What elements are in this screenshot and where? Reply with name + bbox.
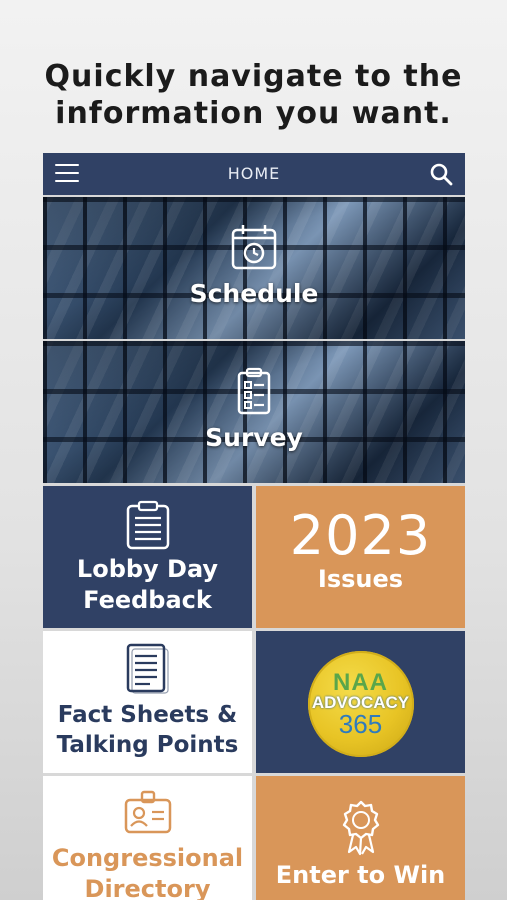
checklist-icon bbox=[237, 367, 271, 419]
fact-label-line-1: Fact Sheets & bbox=[57, 702, 238, 728]
fact-sheets-label: Fact Sheets & Talking Points bbox=[43, 700, 252, 760]
congress-label-line-2: Directory bbox=[84, 875, 211, 900]
schedule-banner[interactable]: Schedule bbox=[43, 197, 465, 339]
lobby-day-label: Lobby Day Feedback bbox=[43, 554, 252, 616]
issues-tile[interactable]: 2023 Issues bbox=[256, 486, 465, 628]
id-badge-icon bbox=[124, 790, 172, 840]
top-navbar: HOME bbox=[43, 153, 465, 195]
headline-line-2: information you want. bbox=[55, 96, 452, 131]
lobby-day-feedback-tile[interactable]: Lobby Day Feedback bbox=[43, 486, 252, 628]
document-icon bbox=[126, 643, 170, 699]
issues-label: Issues bbox=[317, 565, 404, 593]
survey-banner[interactable]: Survey bbox=[43, 341, 465, 483]
promo-headline: Quickly navigate to the information you … bbox=[0, 58, 507, 132]
enter-to-win-label: Enter to Win bbox=[275, 861, 446, 889]
enter-to-win-tile[interactable]: Enter to Win bbox=[256, 776, 465, 900]
survey-label: Survey bbox=[205, 423, 303, 452]
calendar-clock-icon bbox=[231, 223, 277, 275]
lobby-label-line-1: Lobby Day bbox=[76, 555, 219, 583]
congress-label-line-1: Congressional bbox=[51, 844, 244, 872]
naa-advocacy-365-logo: NAA ADVOCACY 365 bbox=[307, 651, 414, 757]
logo-365-text: 365 bbox=[338, 709, 383, 739]
app-screen: HOME Schedule Survey Lobby Day Feedback … bbox=[43, 153, 465, 900]
headline-line-1: Quickly navigate to the bbox=[44, 59, 463, 94]
clipboard-icon bbox=[126, 500, 170, 554]
congressional-label: Congressional Directory bbox=[43, 843, 252, 900]
fact-label-line-2: Talking Points bbox=[56, 732, 239, 758]
award-ribbon-icon bbox=[339, 800, 383, 860]
fact-sheets-tile[interactable]: Fact Sheets & Talking Points bbox=[43, 631, 252, 773]
page-title: HOME bbox=[227, 164, 281, 183]
schedule-label: Schedule bbox=[189, 279, 319, 308]
lobby-label-line-2: Feedback bbox=[83, 586, 212, 614]
advocacy-365-tile[interactable]: NAA ADVOCACY 365 bbox=[256, 631, 465, 773]
issues-year: 2023 bbox=[289, 504, 432, 567]
congressional-directory-tile[interactable]: Congressional Directory bbox=[43, 776, 252, 900]
search-icon[interactable] bbox=[429, 162, 453, 186]
